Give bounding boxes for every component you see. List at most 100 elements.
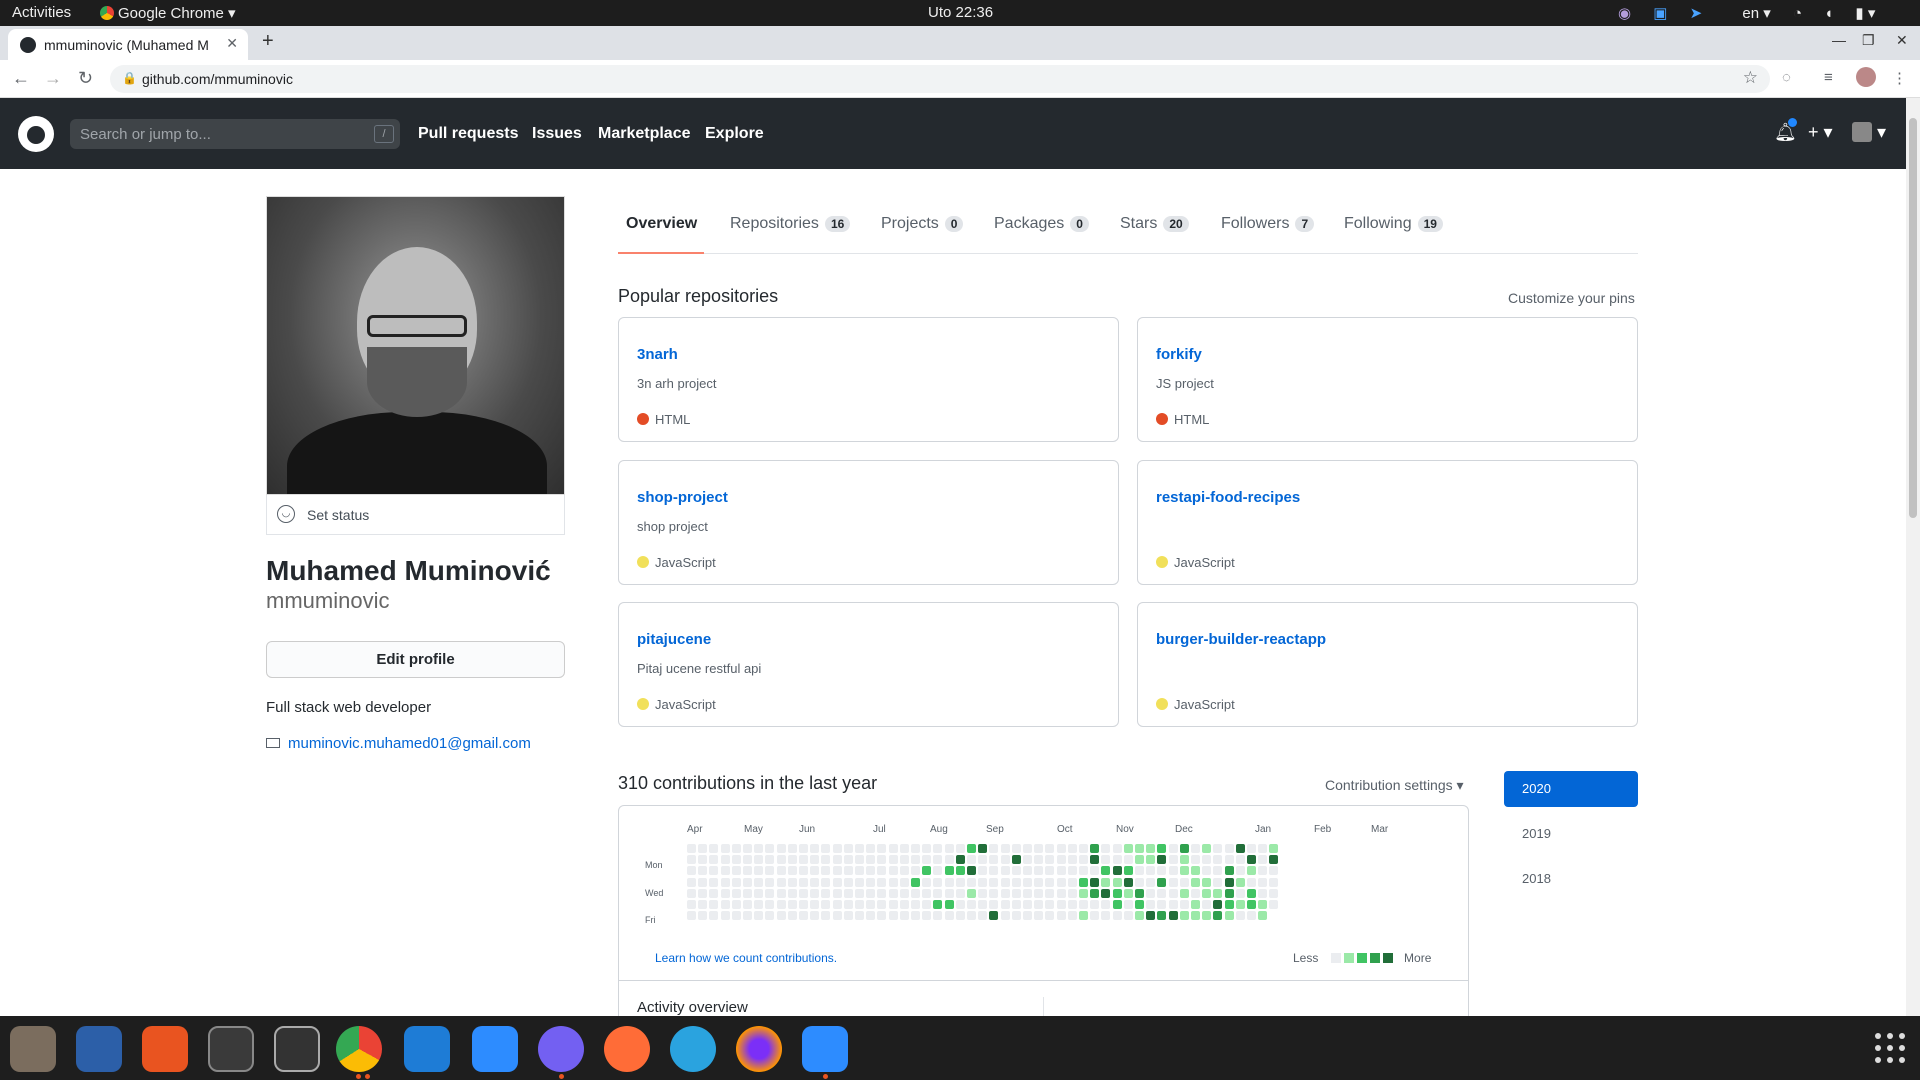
contribution-cell[interactable] — [1045, 844, 1055, 853]
contribution-cell[interactable] — [1123, 911, 1133, 921]
contribution-cell[interactable] — [832, 900, 842, 909]
contribution-cell[interactable] — [1157, 855, 1167, 865]
contribution-cell[interactable] — [1269, 900, 1279, 909]
contribution-cell[interactable] — [787, 844, 797, 853]
contribution-cell[interactable] — [989, 911, 999, 921]
contribution-cell[interactable] — [843, 911, 853, 921]
minimize-icon[interactable]: — — [1832, 32, 1846, 48]
contribution-cell[interactable] — [1123, 877, 1133, 887]
contribution-cell[interactable] — [1090, 866, 1100, 876]
contribution-cell[interactable] — [1090, 911, 1100, 921]
contribution-cell[interactable] — [1011, 877, 1021, 887]
contribution-cell[interactable] — [1011, 866, 1021, 876]
contribution-cell[interactable] — [1224, 844, 1234, 853]
contribution-cell[interactable] — [1067, 866, 1077, 876]
nav-issues[interactable]: Issues — [532, 125, 582, 143]
contribution-cell[interactable] — [1213, 911, 1223, 921]
contribution-cell[interactable] — [1034, 911, 1044, 921]
contribution-cell[interactable] — [1146, 866, 1156, 876]
contribution-cell[interactable] — [1067, 855, 1077, 865]
contribution-cell[interactable] — [989, 888, 999, 898]
contribution-cell[interactable] — [1258, 866, 1268, 876]
contribution-cell[interactable] — [1146, 877, 1156, 887]
contribution-cell[interactable] — [1235, 855, 1245, 865]
contribution-cell[interactable] — [1056, 855, 1066, 865]
contribution-cell[interactable] — [933, 877, 943, 887]
contribution-cell[interactable] — [1011, 900, 1021, 909]
contribution-cell[interactable] — [1034, 855, 1044, 865]
contribution-cell[interactable] — [765, 844, 775, 853]
contribution-cell[interactable] — [810, 855, 820, 865]
contribution-cell[interactable] — [1235, 844, 1245, 853]
contribution-cell[interactable] — [843, 877, 853, 887]
contribution-cell[interactable] — [944, 866, 954, 876]
contribution-cell[interactable] — [731, 855, 741, 865]
contribution-cell[interactable] — [765, 855, 775, 865]
contribution-cell[interactable] — [866, 855, 876, 865]
contribution-cell[interactable] — [1224, 900, 1234, 909]
tab-following[interactable]: Following 19 — [1344, 215, 1443, 233]
contribution-cell[interactable] — [955, 911, 965, 921]
contribution-cell[interactable] — [821, 844, 831, 853]
contribution-cell[interactable] — [922, 888, 932, 898]
contribution-cell[interactable] — [709, 866, 719, 876]
battery-icon[interactable]: ▮ ▾ — [1855, 4, 1875, 22]
contribution-cell[interactable] — [754, 888, 764, 898]
contribution-cell[interactable] — [855, 888, 864, 898]
contribution-cell[interactable] — [687, 888, 696, 898]
contribution-cell[interactable] — [1191, 900, 1200, 909]
contribution-cell[interactable] — [720, 911, 730, 921]
contribution-cell[interactable] — [687, 855, 696, 865]
contribution-cell[interactable] — [698, 888, 708, 898]
contribution-cell[interactable] — [843, 855, 853, 865]
contribution-cell[interactable] — [709, 877, 719, 887]
contribution-cell[interactable] — [1011, 888, 1021, 898]
contribution-cell[interactable] — [1123, 888, 1133, 898]
contribution-cell[interactable] — [1235, 888, 1245, 898]
contribution-cell[interactable] — [1067, 900, 1077, 909]
contribution-cell[interactable] — [821, 866, 831, 876]
contribution-cell[interactable] — [855, 844, 864, 853]
contribution-cell[interactable] — [1090, 855, 1100, 865]
contribution-cell[interactable] — [1101, 855, 1111, 865]
contribution-cell[interactable] — [743, 888, 752, 898]
zoom-client-icon[interactable] — [802, 1026, 848, 1072]
contribution-cell[interactable] — [1179, 900, 1189, 909]
contribution-cell[interactable] — [1135, 844, 1144, 853]
contribution-cell[interactable] — [922, 911, 932, 921]
contribution-cell[interactable] — [787, 866, 797, 876]
contribution-cell[interactable] — [1258, 877, 1268, 887]
contribution-cell[interactable] — [1023, 900, 1032, 909]
close-window-icon[interactable]: ✕ — [1896, 32, 1908, 49]
contribution-cell[interactable] — [698, 911, 708, 921]
contribution-cell[interactable] — [787, 911, 797, 921]
contribution-cell[interactable] — [888, 855, 898, 865]
contribution-cell[interactable] — [933, 900, 943, 909]
software-center-icon[interactable] — [142, 1026, 188, 1072]
contribution-cell[interactable] — [1168, 844, 1178, 853]
contribution-cell[interactable] — [720, 888, 730, 898]
contribution-cell[interactable] — [1247, 911, 1256, 921]
contribution-cell[interactable] — [1202, 900, 1212, 909]
contribution-cell[interactable] — [1269, 866, 1279, 876]
zoom-tray-icon[interactable]: ▣ — [1653, 4, 1667, 22]
contribution-cell[interactable] — [743, 844, 752, 853]
contribution-cell[interactable] — [832, 888, 842, 898]
contribution-cell[interactable] — [799, 900, 808, 909]
forward-arrow-icon[interactable]: → — [44, 68, 62, 89]
contribution-cell[interactable] — [1045, 888, 1055, 898]
year-2020[interactable]: 2020 — [1504, 771, 1638, 807]
contribution-cell[interactable] — [1112, 866, 1122, 876]
contribution-cell[interactable] — [1168, 866, 1178, 876]
contribution-cell[interactable] — [843, 888, 853, 898]
contribution-cell[interactable] — [731, 888, 741, 898]
contribution-cell[interactable] — [1247, 866, 1256, 876]
contribution-cell[interactable] — [933, 911, 943, 921]
contribution-cell[interactable] — [1146, 900, 1156, 909]
contribution-cell[interactable] — [1101, 844, 1111, 853]
contribution-cell[interactable] — [1258, 911, 1268, 921]
contribution-cell[interactable] — [1224, 855, 1234, 865]
contribution-cell[interactable] — [877, 900, 887, 909]
contribution-cell[interactable] — [776, 844, 786, 853]
contribution-cell[interactable] — [698, 855, 708, 865]
